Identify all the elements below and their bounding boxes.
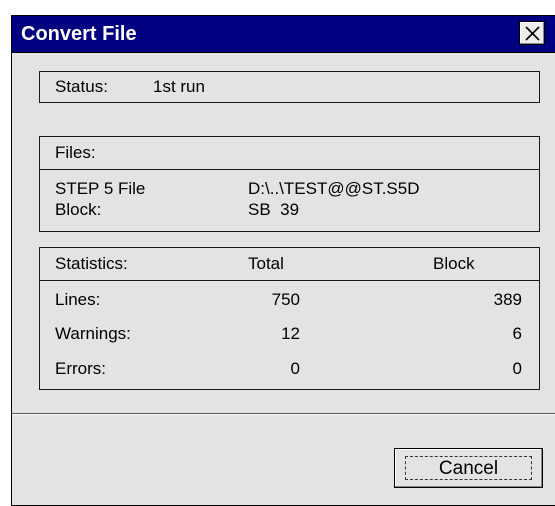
- cancel-button[interactable]: Cancel: [394, 448, 543, 488]
- lines-total: 750: [271, 290, 300, 309]
- close-button[interactable]: [519, 21, 545, 45]
- status-label: Status:: [55, 77, 108, 96]
- statistics-col-block: Block: [433, 254, 475, 273]
- errors-block: 0: [512, 359, 522, 378]
- footer-separator-highlight: [12, 414, 555, 415]
- lines-block: 389: [493, 290, 522, 309]
- statistics-header: Statistics:: [55, 254, 128, 273]
- lines-label: Lines:: [55, 290, 101, 309]
- block-label: Block:: [55, 200, 102, 219]
- errors-label: Errors:: [55, 359, 106, 378]
- cancel-button-label: Cancel: [438, 458, 499, 479]
- status-value: 1st run: [153, 77, 205, 96]
- files-divider: [40, 169, 539, 170]
- convert-file-dialog: Convert File Status: 1st run Files: STEP…: [11, 15, 555, 506]
- warnings-label: Warnings:: [55, 324, 131, 343]
- warnings-block: 6: [512, 324, 522, 343]
- warnings-total: 12: [281, 324, 300, 343]
- step5-file-label: STEP 5 File: [55, 179, 146, 198]
- status-group: Status: 1st run: [39, 71, 540, 103]
- files-header: Files:: [55, 143, 96, 162]
- statistics-divider: [40, 280, 539, 281]
- statistics-col-total: Total: [248, 254, 284, 273]
- window-title: Convert File: [21, 23, 137, 45]
- statistics-group: Statistics: Total Block Lines: 750 389 W…: [39, 247, 540, 390]
- files-group: Files: STEP 5 File D:\..\TEST@@ST.S5D Bl…: [39, 136, 540, 232]
- close-icon: [525, 26, 540, 41]
- title-bar[interactable]: Convert File: [12, 16, 555, 53]
- step5-file-value: D:\..\TEST@@ST.S5D: [248, 179, 420, 198]
- block-value: SB 39: [248, 200, 300, 219]
- errors-total: 0: [290, 359, 300, 378]
